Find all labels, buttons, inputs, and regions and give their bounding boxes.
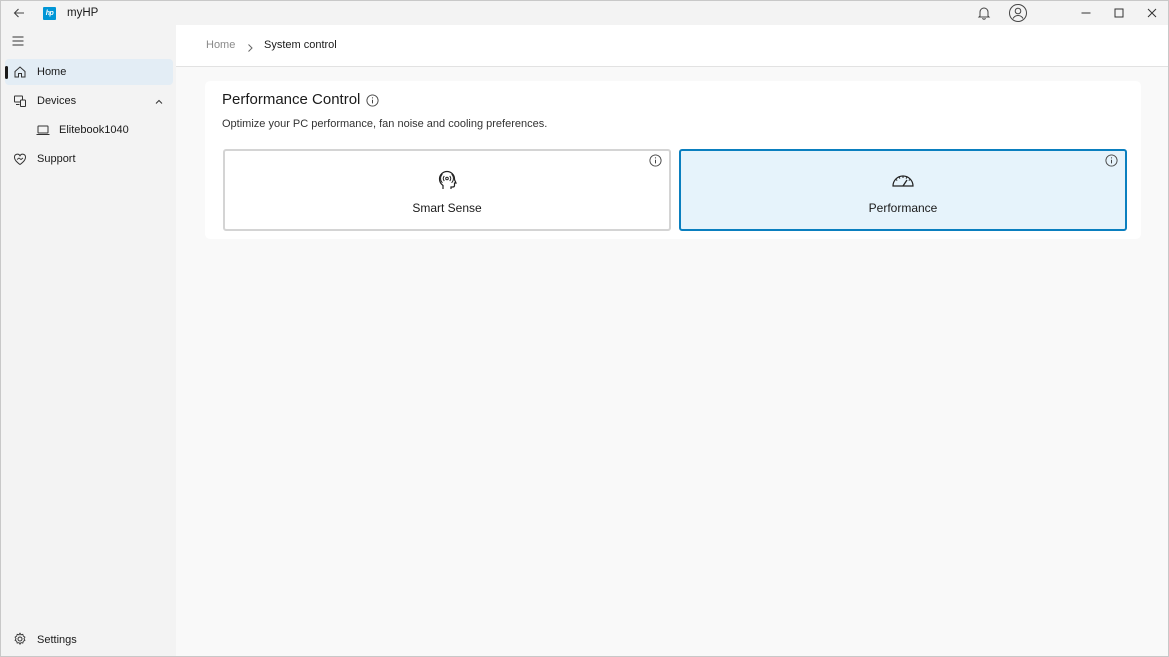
gear-icon <box>13 632 27 646</box>
bell-icon[interactable] <box>976 5 992 21</box>
info-icon[interactable] <box>366 94 379 107</box>
minimize-icon[interactable] <box>1078 5 1094 21</box>
chevron-up-icon[interactable] <box>153 95 165 107</box>
mode-label: Performance <box>868 201 938 215</box>
home-icon <box>13 65 27 79</box>
title-bar: hp myHP <box>1 1 1168 25</box>
breadcrumb-current: System control <box>264 39 337 51</box>
laptop-icon <box>36 123 50 137</box>
info-icon[interactable] <box>1105 154 1118 167</box>
sidebar-item-support[interactable]: Support <box>5 146 173 172</box>
page-title: Performance Control <box>222 91 361 108</box>
smart-sense-mode-button[interactable]: Smart Sense <box>223 149 671 231</box>
speedometer-icon <box>891 168 915 192</box>
sidebar-item-elitebook1040[interactable]: Elitebook1040 <box>5 117 173 143</box>
support-icon <box>13 152 27 166</box>
active-indicator <box>5 66 8 79</box>
hp-logo-icon: hp <box>43 7 56 20</box>
chevron-right-icon <box>245 40 255 52</box>
info-icon[interactable] <box>649 154 662 167</box>
breadcrumb-home-link[interactable]: Home <box>206 39 235 51</box>
main-content: Home System control Performance Control … <box>176 25 1168 656</box>
user-account-icon[interactable] <box>1008 3 1028 23</box>
back-arrow-icon[interactable] <box>11 5 27 21</box>
sidebar-item-label: Devices <box>37 95 77 107</box>
app-title: myHP <box>67 7 99 19</box>
sidebar-item-label: Support <box>37 153 76 165</box>
devices-icon <box>13 94 27 108</box>
sidebar-item-label: Elitebook1040 <box>59 124 129 136</box>
settings-label: Settings <box>37 634 77 646</box>
app-window: hp myHP Home Devices Elitebook1040 Suppo… <box>0 0 1169 657</box>
performance-control-card: Performance Control Optimize your PC per… <box>205 81 1141 239</box>
close-icon[interactable] <box>1144 5 1160 21</box>
mode-label: Smart Sense <box>412 201 482 215</box>
head-brain-icon <box>435 168 459 192</box>
sidebar: Home Devices Elitebook1040 Support Setti… <box>1 25 176 656</box>
performance-mode-button[interactable]: Performance <box>679 149 1127 231</box>
sidebar-item-devices[interactable]: Devices <box>5 88 173 114</box>
breadcrumb: Home System control <box>176 25 1168 67</box>
maximize-icon[interactable] <box>1111 5 1127 21</box>
sidebar-item-label: Home <box>37 66 67 78</box>
sidebar-item-home[interactable]: Home <box>5 59 173 85</box>
sidebar-item-settings[interactable]: Settings <box>5 625 173 651</box>
hamburger-menu-icon[interactable] <box>10 33 26 49</box>
card-description: Optimize your PC performance, fan noise … <box>222 118 548 130</box>
